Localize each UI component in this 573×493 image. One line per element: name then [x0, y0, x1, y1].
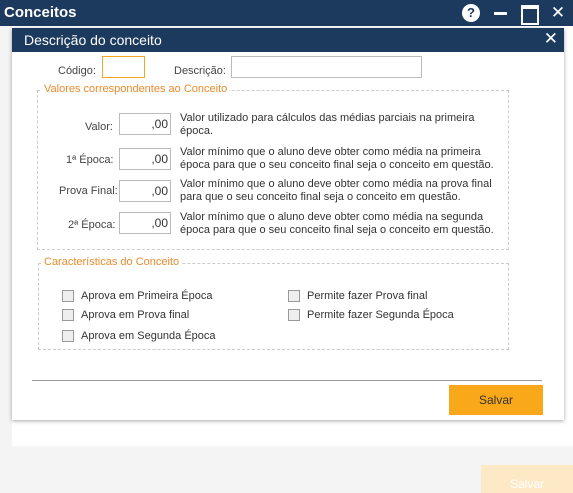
valor-label: Valor: — [85, 121, 113, 133]
codigo-label: Código: — [58, 65, 96, 77]
modal-close-icon[interactable]: ✕ — [544, 29, 558, 49]
prova-final-label: Prova Final: — [59, 185, 118, 197]
checkbox-aprova-prova-final[interactable]: Aprova em Prova final — [62, 309, 189, 321]
segunda-epoca-input[interactable]: ,00 — [119, 212, 171, 234]
segunda-epoca-description: Valor mínimo que o aluno deve obter como… — [180, 211, 494, 236]
checkbox-label: Aprova em Prova final — [81, 309, 190, 321]
checkbox-box[interactable] — [288, 290, 300, 302]
checkbox-label: Permite fazer Prova final — [307, 290, 428, 302]
concept-modal: Descrição do conceito ✕ Código: Descriçã… — [12, 28, 564, 420]
divider — [32, 380, 542, 381]
checkbox-aprova-segunda-epoca[interactable]: Aprova em Segunda Época — [62, 330, 216, 342]
close-icon[interactable]: ✕ — [549, 4, 567, 22]
minimize-icon[interactable] — [492, 4, 510, 22]
checkbox-box[interactable] — [288, 309, 300, 321]
window-titlebar: Conceitos ? ✕ — [0, 0, 573, 26]
codigo-input[interactable] — [102, 56, 145, 78]
window-title: Conceitos — [4, 4, 77, 21]
checkbox-box[interactable] — [62, 309, 74, 321]
descricao-input[interactable] — [231, 56, 422, 78]
segunda-epoca-label: 2ª Época: — [68, 219, 116, 231]
descricao-label: Descrição: — [174, 65, 226, 77]
primeira-epoca-description: Valor mínimo que o aluno deve obter como… — [180, 146, 494, 171]
valor-description: Valor utilizado para cálculos das médias… — [180, 112, 475, 137]
footer-save-button[interactable]: Salvar — [481, 465, 573, 493]
save-button[interactable]: Salvar — [449, 385, 543, 415]
checkbox-label: Aprova em Segunda Época — [81, 330, 216, 342]
checkbox-aprova-primeira-epoca[interactable]: Aprova em Primeira Época — [62, 290, 212, 302]
caracteristicas-legend: Características do Conceito — [42, 256, 182, 268]
checkbox-box[interactable] — [62, 290, 74, 302]
modal-title: Descrição do conceito — [24, 32, 162, 48]
prova-final-input[interactable]: ,00 — [119, 180, 171, 202]
valor-input[interactable]: ,00 — [119, 113, 171, 135]
primeira-epoca-label: 1ª Época: — [66, 154, 114, 166]
prova-final-description: Valor mínimo que o aluno deve obter como… — [180, 178, 492, 203]
checkbox-box[interactable] — [62, 330, 74, 342]
maximize-icon[interactable] — [520, 4, 539, 25]
help-icon[interactable]: ? — [462, 4, 480, 22]
checkbox-permite-prova-final[interactable]: Permite fazer Prova final — [288, 290, 427, 302]
primeira-epoca-input[interactable]: ,00 — [119, 148, 171, 170]
checkbox-label: Aprova em Primeira Época — [81, 290, 213, 302]
valores-legend: Valores correspondentes ao Conceito — [42, 83, 230, 95]
checkbox-label: Permite fazer Segunda Época — [307, 309, 454, 321]
checkbox-permite-segunda-epoca[interactable]: Permite fazer Segunda Época — [288, 309, 454, 321]
modal-header: Descrição do conceito ✕ — [12, 28, 564, 52]
